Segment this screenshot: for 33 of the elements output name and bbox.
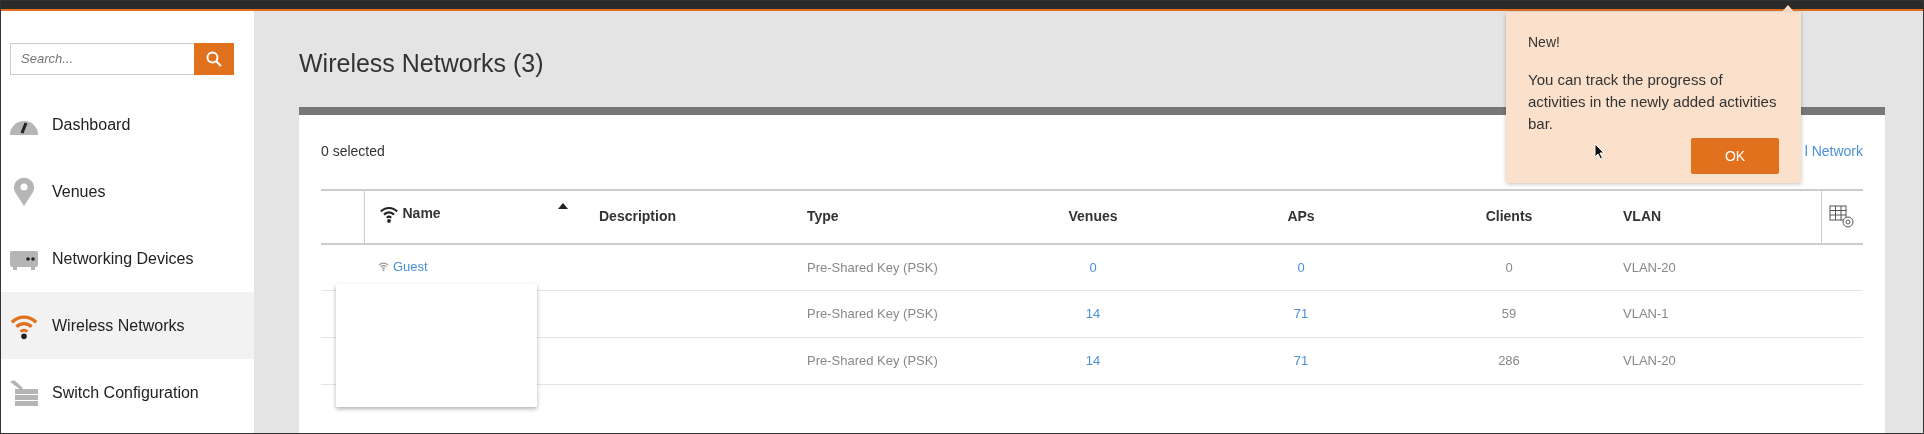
- sidebar-item[interactable]: Venues: [1, 158, 254, 225]
- location-pin-icon: [13, 176, 35, 207]
- table-cell: Pre-Shared Key (PSK): [807, 306, 938, 322]
- selection-count: 0 selected: [321, 142, 385, 161]
- table-settings-icon[interactable]: [1829, 204, 1856, 229]
- sidebar-item[interactable]: Switch Configuration: [1, 359, 254, 426]
- column-header[interactable]: Name: [364, 189, 585, 244]
- tooltip-message: You can track the progress of activities in the newly added activities bar.: [1528, 70, 1778, 134]
- page-title: Wireless Networks (3): [299, 48, 544, 79]
- switch-stack-icon: [9, 378, 39, 407]
- sidebar-item[interactable]: Networking Devices: [1, 225, 254, 292]
- search-button[interactable]: [194, 43, 234, 75]
- table-cell: 286: [1498, 353, 1520, 369]
- tooltip-title: New!: [1528, 33, 1561, 52]
- column-header[interactable]: VLAN: [1609, 189, 1821, 244]
- column-header[interactable]: Description: [585, 189, 793, 244]
- column-header[interactable]: Venues: [993, 189, 1193, 244]
- column-header[interactable]: Clients: [1409, 189, 1609, 244]
- sidebar-item[interactable]: Wireless Networks: [1, 292, 254, 359]
- small-wifi-icon: [378, 261, 389, 273]
- table-cell: 0: [1505, 259, 1513, 275]
- table-cell: Pre-Shared Key (PSK): [807, 259, 938, 275]
- search-icon: [206, 51, 222, 67]
- table-cell: VLAN-20: [1623, 259, 1676, 275]
- table-cell: VLAN-20: [1623, 353, 1676, 369]
- column-header[interactable]: Type: [793, 189, 993, 244]
- table-cell: 59: [1501, 306, 1517, 322]
- add-network-link[interactable]: l Network: [1804, 141, 1863, 162]
- table-cell: VLAN-1: [1623, 306, 1669, 322]
- table-cell: Pre-Shared Key (PSK): [807, 353, 938, 369]
- mouse-pointer-icon: [1594, 143, 1605, 160]
- sidebar-item[interactable]: Dashboard: [1, 91, 254, 158]
- column-header[interactable]: APs: [1193, 189, 1409, 244]
